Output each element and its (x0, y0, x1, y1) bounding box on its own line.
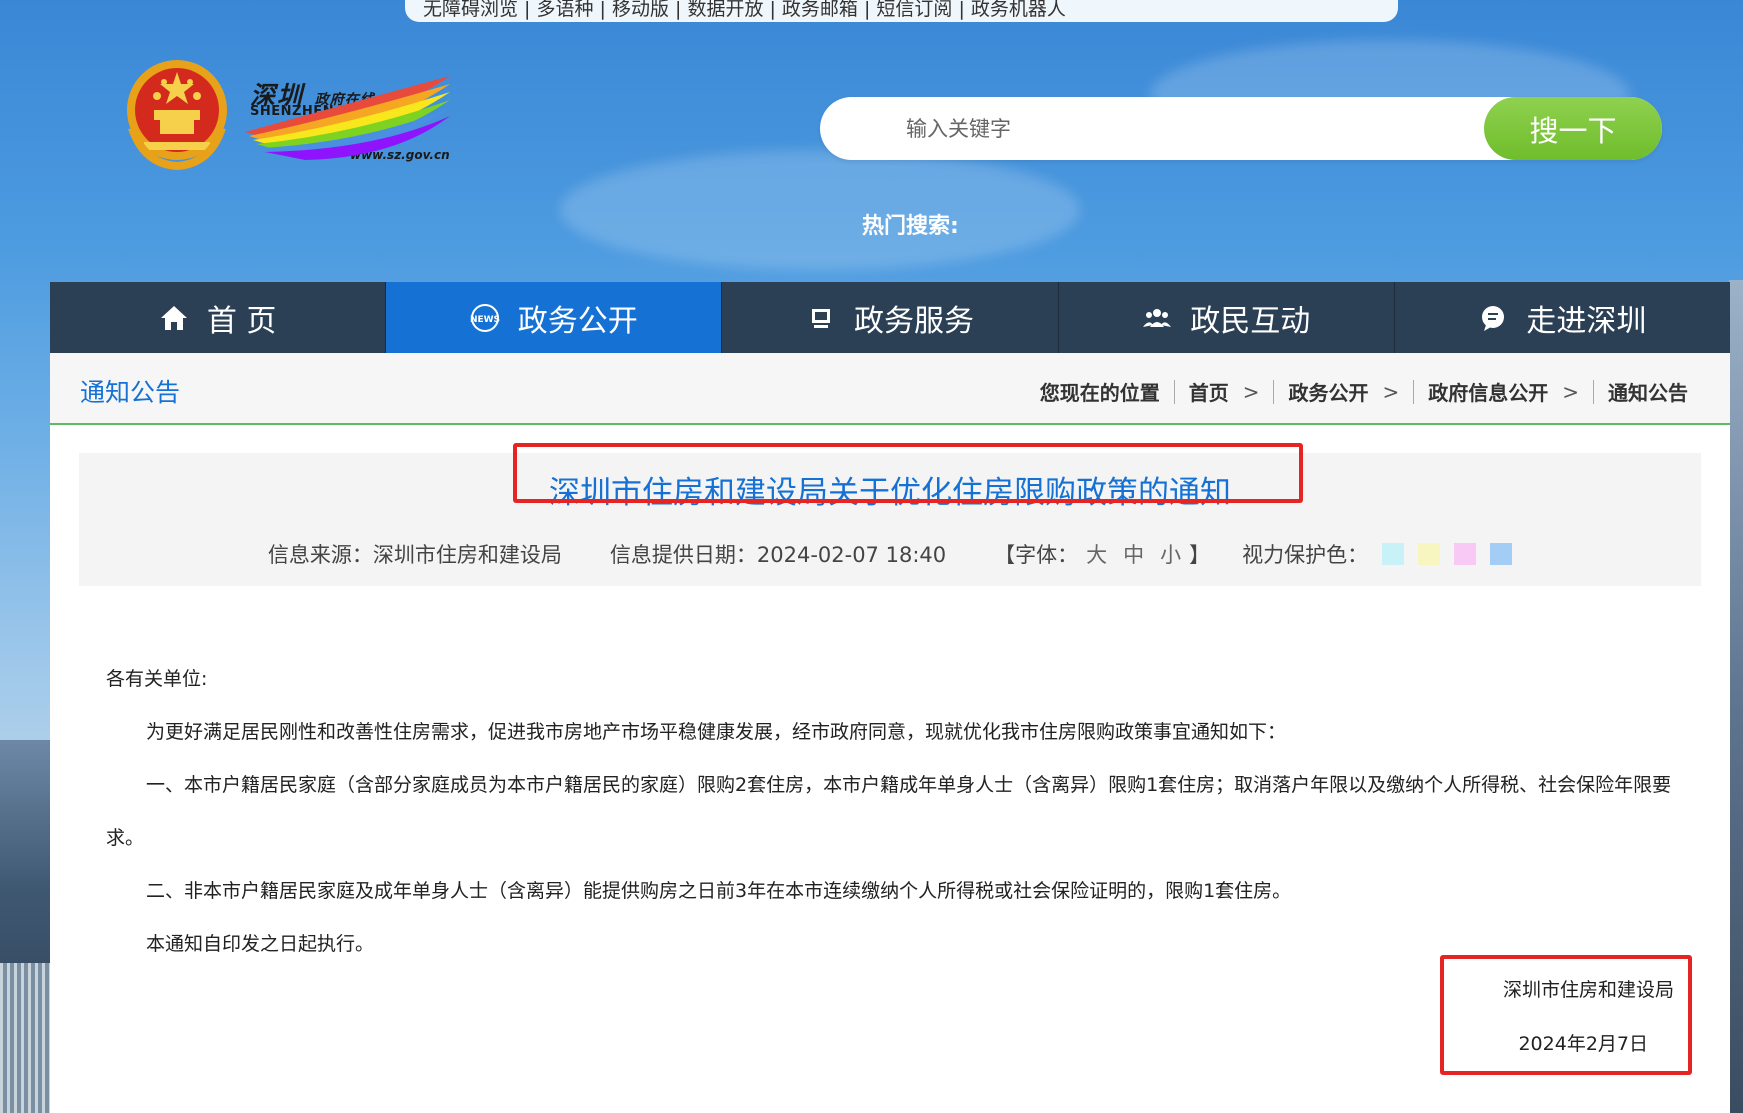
breadcrumb-home[interactable]: 首页 (1189, 377, 1229, 406)
signature-org: 深圳市住房和建设局 (1502, 979, 1674, 1001)
content-panel: 通知公告 您现在的位置 首页 > 政务公开 > 政府信息公开 > 通知公告 深圳… (50, 353, 1730, 1113)
breadcrumb-bar: 通知公告 您现在的位置 首页 > 政务公开 > 政府信息公开 > 通知公告 (50, 353, 1730, 425)
chat-icon (1482, 305, 1505, 331)
font-size-label-close: 】 (1189, 543, 1211, 567)
breadcrumb-info-disclosure[interactable]: 政府信息公开 (1428, 377, 1548, 406)
title-highlight-box (513, 443, 1303, 503)
breadcrumb-separator: > (1242, 379, 1260, 404)
section-title[interactable]: 通知公告 (80, 373, 180, 409)
search-button[interactable]: 搜一下 (1484, 97, 1662, 160)
monitor-icon (812, 308, 830, 328)
signature-date: 2024年2月7日 (1518, 1033, 1648, 1055)
logo-wing-icon (245, 76, 450, 160)
location-label: 您现在的位置 (1039, 381, 1160, 405)
nav-item-about-shenzhen[interactable]: 走进深圳 (1395, 282, 1730, 353)
breadcrumb-notices[interactable]: 通知公告 (1608, 377, 1688, 406)
nav-item-interaction[interactable]: 政民互动 (1059, 282, 1395, 353)
breadcrumb-divider (1593, 379, 1594, 404)
article-meta: 信息来源：深圳市住房和建设局 信息提供日期：2024-02-07 18:40 【… (79, 539, 1701, 569)
city-skyline-right (1729, 280, 1743, 1113)
breadcrumb-separator: > (1562, 379, 1579, 404)
top-links-bar[interactable]: 无障碍浏览 | 多语种 | 移动版 | 数据开放 | 政务邮箱 | 短信订阅 |… (405, 0, 1398, 22)
sky-cloud (560, 150, 1080, 270)
breadcrumb-government-affairs[interactable]: 政务公开 (1288, 377, 1368, 406)
breadcrumb: 您现在的位置 首页 > 政务公开 > 政府信息公开 > 通知公告 (1040, 377, 1688, 406)
main-nav: 首 页 NEWS 政务公开 政务服务 政民互动 走进深圳 (50, 282, 1730, 353)
eye-care-swatch-yellow[interactable] (1418, 543, 1441, 565)
paragraph: 为更好满足居民刚性和改善性住房需求，促进我市房地产市场平稳健康发展，经市政府同意… (146, 721, 1287, 743)
eye-care-swatch-cyan[interactable] (1382, 543, 1405, 565)
city-skyline-left (0, 740, 52, 1113)
national-emblem-icon (127, 60, 227, 170)
font-size-small[interactable]: 小 (1160, 539, 1181, 569)
article-body: 各有关单位: 为更好满足居民刚性和改善性住房需求，促进我市房地产市场平稳健康发展… (106, 653, 1686, 971)
breadcrumb-divider (1273, 379, 1275, 404)
news-icon: NEWS (470, 303, 500, 332)
nav-item-label: 首 页 (206, 303, 277, 339)
info-source: 信息来源：深圳市住房和建设局 (267, 543, 562, 567)
paragraph: 二、非本市户籍居民家庭及成年单身人士（含离异）能提供购房之日前3年在本市连续缴纳… (146, 880, 1292, 902)
svg-text:NEWS: NEWS (470, 315, 500, 325)
top-links-text[interactable]: 无障碍浏览 | 多语种 | 移动版 | 数据开放 | 政务邮箱 | 短信订阅 |… (423, 0, 1066, 19)
eye-care-swatch-pink[interactable] (1454, 543, 1477, 565)
breadcrumb-divider (1173, 379, 1175, 404)
breadcrumb-divider (1413, 379, 1415, 404)
hot-search-label: 热门搜索: (862, 214, 959, 239)
nav-item-home[interactable]: 首 页 (50, 282, 387, 353)
nav-item-label: 政务公开 (517, 303, 638, 339)
eye-care-swatch-blue[interactable] (1490, 543, 1513, 565)
font-size-medium[interactable]: 中 (1123, 539, 1144, 569)
info-date: 信息提供日期：2024-02-07 18:40 (609, 543, 947, 567)
signature-highlight-box: 深圳市住房和建设局 2024年2月7日 (1440, 955, 1692, 1075)
nav-item-government-affairs[interactable]: NEWS 政务公开 (386, 282, 723, 353)
eye-care-label: 视力保护色： (1242, 543, 1369, 567)
paragraph: 一、本市户籍居民家庭（含部分家庭成员为本市户籍居民的家庭）限购2套住房，本市户籍… (106, 774, 1672, 849)
people-icon (1143, 308, 1172, 327)
nav-item-label: 政民互动 (1190, 303, 1311, 339)
font-size-large[interactable]: 大 (1086, 539, 1107, 569)
nav-item-label: 走进深圳 (1526, 303, 1647, 339)
search-bar: 搜一下 (820, 97, 1662, 160)
breadcrumb-separator: > (1382, 379, 1400, 404)
font-size-label: 【字体： (994, 543, 1079, 567)
search-input[interactable] (904, 111, 1468, 147)
home-icon (160, 305, 187, 330)
nav-item-label: 政务服务 (854, 303, 974, 339)
nav-item-services[interactable]: 政务服务 (722, 282, 1059, 353)
salutation: 各有关单位: (106, 668, 208, 690)
article-header: 深圳市住房和建设局关于优化住房限购政策的通知 信息来源：深圳市住房和建设局 信息… (79, 443, 1701, 586)
